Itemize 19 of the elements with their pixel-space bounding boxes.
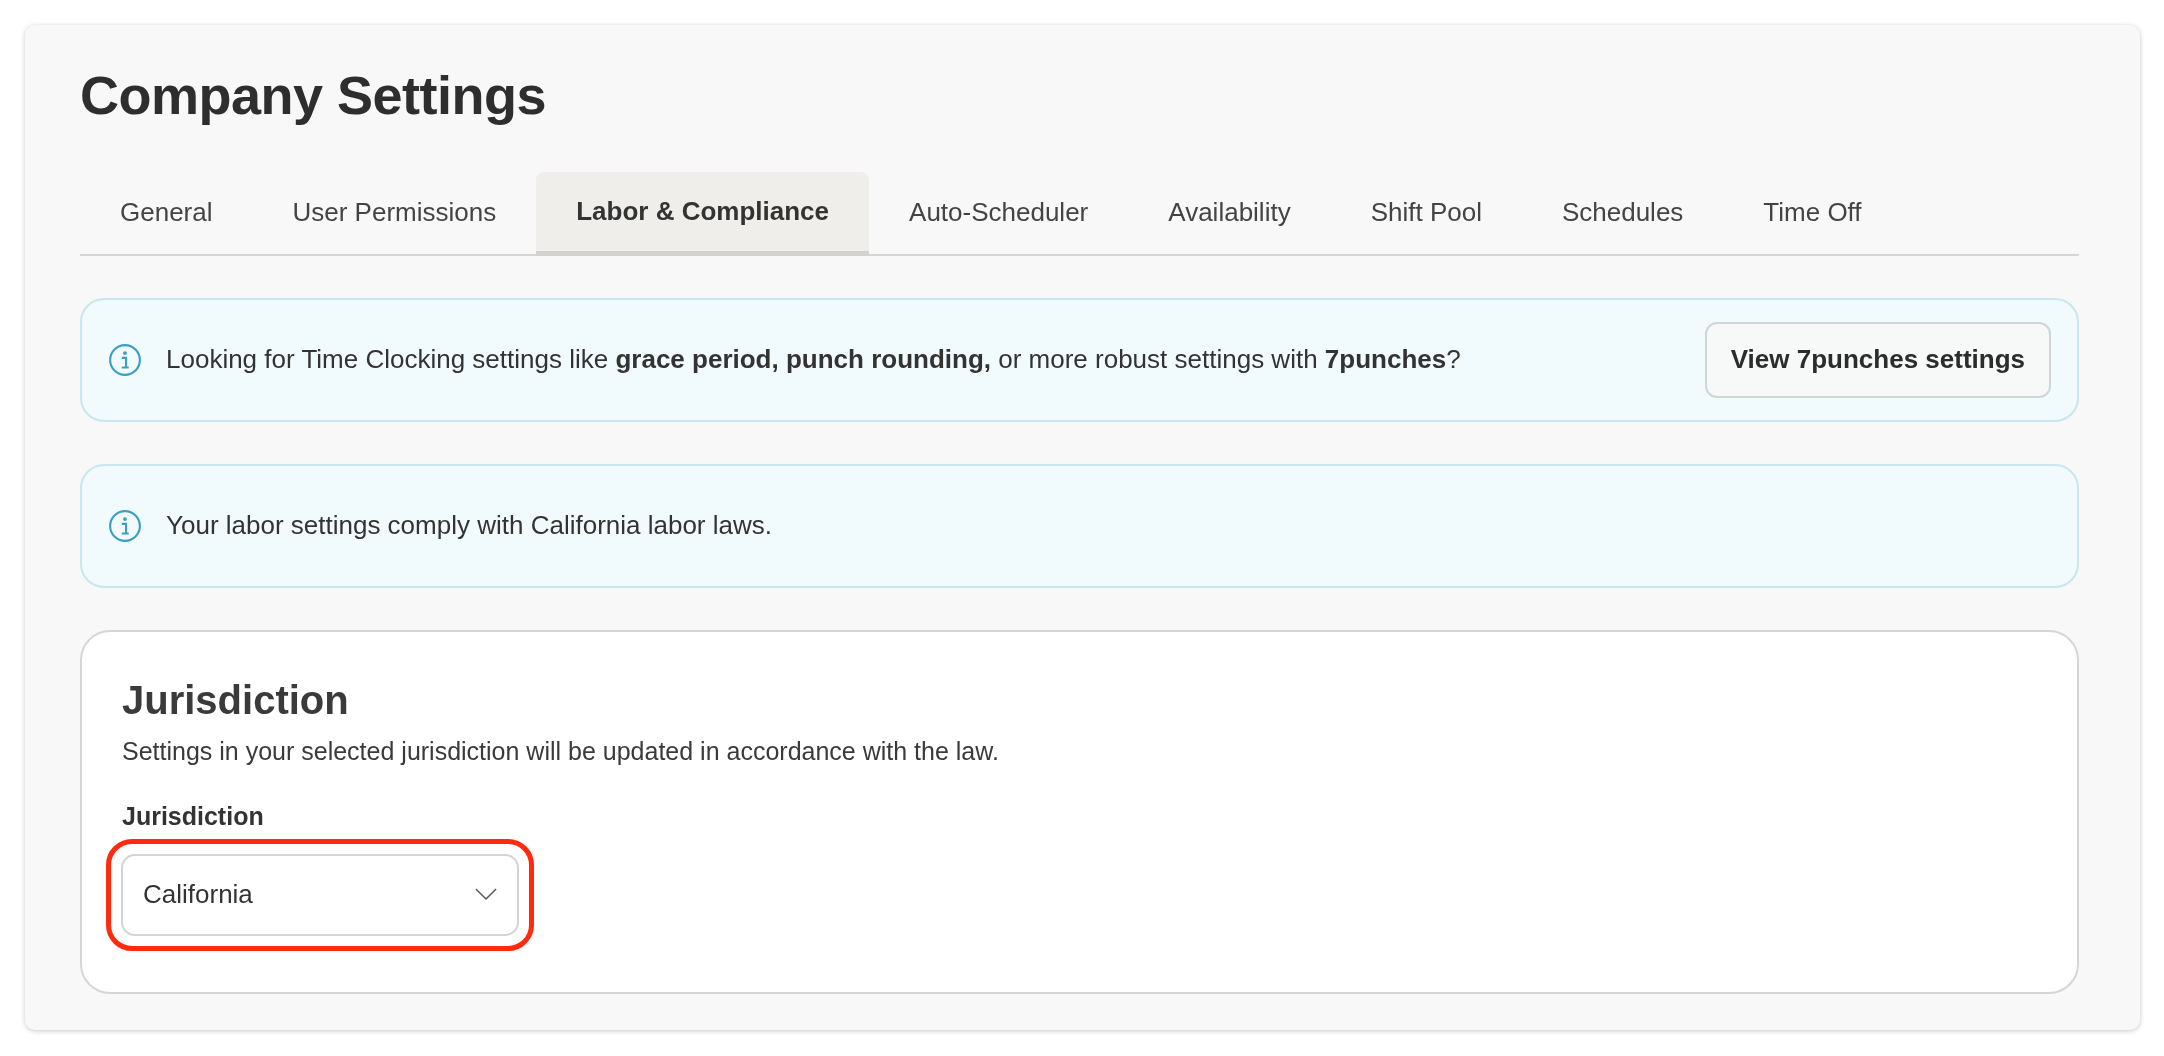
section-description: Settings in your selected jurisdiction will be updated in accordance with the law. [122, 736, 1000, 766]
chevron-down-icon [475, 888, 497, 902]
tab[interactable]: Auto-Scheduler [869, 171, 1129, 256]
page-title: Company Settings [80, 64, 548, 127]
tab[interactable]: User Permissions [252, 171, 537, 256]
tab[interactable]: Availability [1128, 171, 1331, 256]
info-icon [108, 508, 142, 543]
banner-text: Your labor settings comply with California labor laws. [166, 510, 773, 542]
tab[interactable]: Schedules [1521, 171, 1724, 256]
field-label: Jurisdiction [122, 801, 265, 831]
view-settings-button[interactable]: View 7punches settings [1704, 321, 2051, 398]
jurisdiction-dropdown[interactable]: California [121, 853, 519, 936]
tab[interactable]: Time Off [1723, 171, 1902, 256]
info-icon [108, 342, 142, 377]
section-title: Jurisdiction [122, 677, 350, 723]
tab[interactable]: Labor & Compliance [536, 171, 870, 256]
tab[interactable]: Shift Pool [1330, 171, 1522, 256]
tab[interactable]: General [80, 171, 253, 256]
banner-text: Looking for Time Clocking settings like grace period, punch rounding, or more robust settings with 7punches? [166, 344, 1462, 376]
